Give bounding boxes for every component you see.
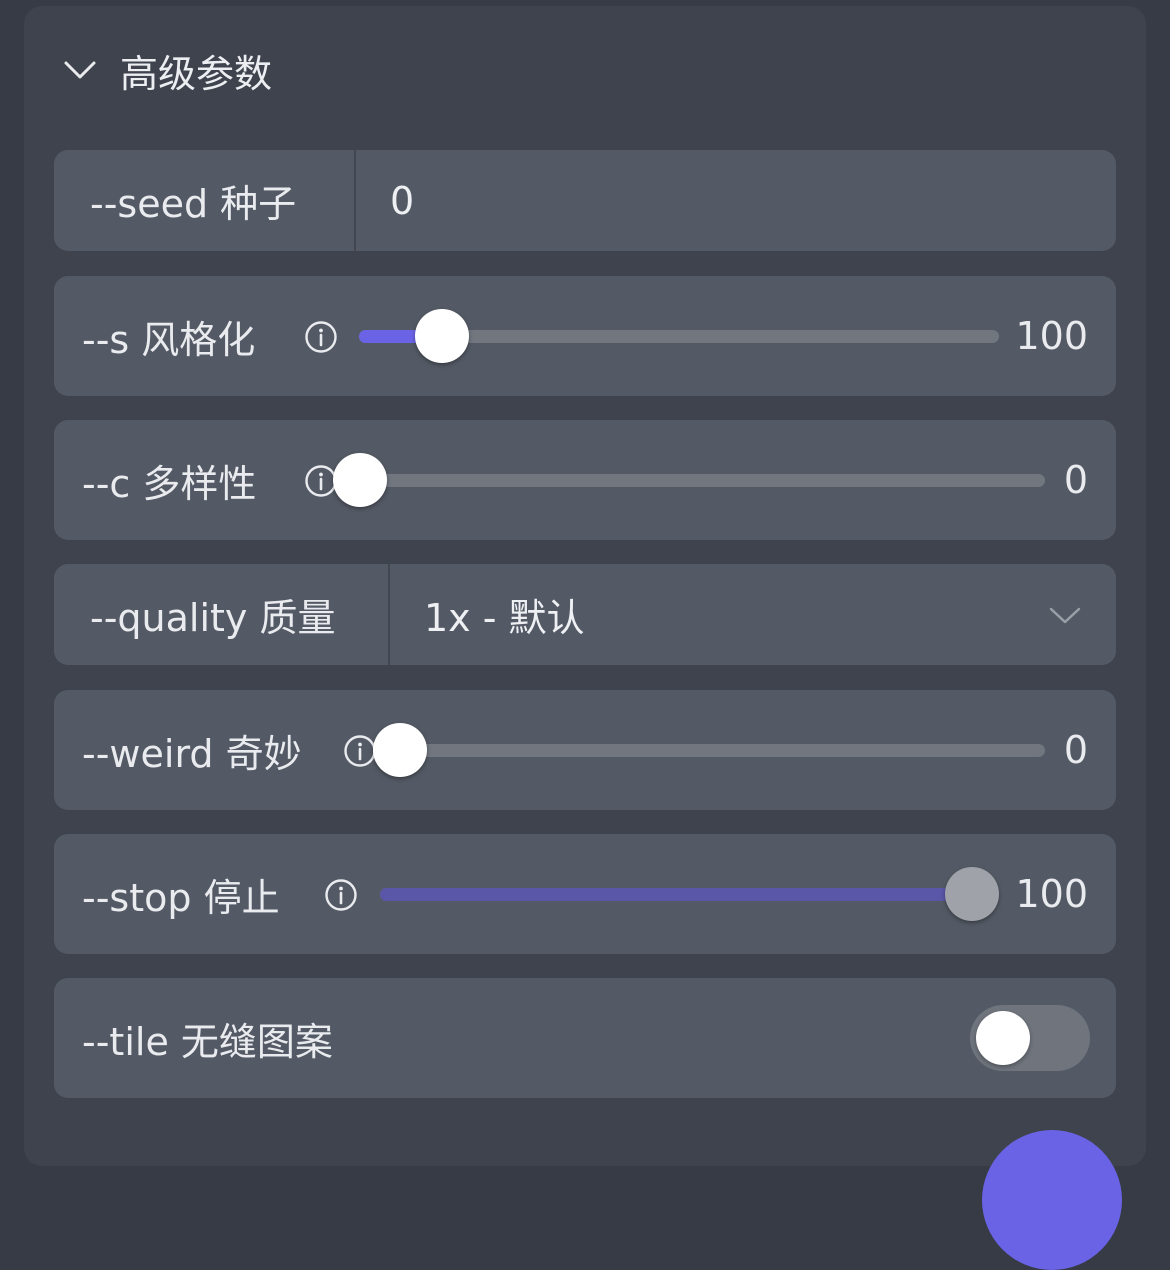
tile-toggle[interactable] [970, 1005, 1090, 1071]
floating-action-button[interactable] [982, 1130, 1122, 1270]
tile-toggle-knob [976, 1011, 1030, 1065]
quality-row: --quality 质量 1x - 默认 [54, 564, 1116, 665]
chevron-down-icon[interactable] [1048, 598, 1082, 632]
weird-row: --weird 奇妙 0 [54, 690, 1116, 810]
stop-value: 100 [1015, 872, 1088, 916]
chaos-slider-thumb[interactable] [333, 453, 387, 507]
section-title: 高级参数 [120, 51, 273, 96]
info-icon[interactable] [304, 320, 338, 354]
seed-input[interactable]: 0 [390, 150, 414, 251]
stop-slider-fill [380, 888, 972, 901]
weird-slider-track[interactable] [373, 723, 1045, 777]
stylize-slider-track[interactable] [359, 309, 999, 363]
tile-label: --tile 无缝图案 [82, 1019, 333, 1064]
advanced-params-header[interactable]: 高级参数 [62, 40, 272, 100]
weird-label: --weird 奇妙 [82, 731, 302, 776]
seed-label: --seed 种子 [54, 150, 356, 251]
seed-row: --seed 种子 0 [54, 150, 1116, 251]
quality-label: --quality 质量 [54, 564, 390, 665]
stylize-label: --s 风格化 [82, 317, 256, 362]
weird-value: 0 [1063, 728, 1088, 772]
stylize-value: 100 [1015, 314, 1088, 358]
stop-slider-thumb[interactable] [945, 867, 999, 921]
chevron-down-icon [64, 61, 96, 79]
chaos-label: --c 多样性 [82, 461, 257, 506]
chaos-slider-track[interactable] [333, 453, 1045, 507]
weird-slider-thumb[interactable] [373, 723, 427, 777]
quality-select[interactable]: 1x - 默认 [424, 564, 1116, 665]
stop-label: --stop 停止 [82, 875, 280, 920]
stop-slider-track[interactable] [380, 867, 999, 921]
tile-row: --tile 无缝图案 [54, 978, 1116, 1098]
info-icon[interactable] [324, 878, 358, 912]
info-icon[interactable] [343, 734, 377, 768]
stylize-slider-thumb[interactable] [415, 309, 470, 363]
chaos-row: --c 多样性 0 [54, 420, 1116, 540]
chaos-value: 0 [1063, 458, 1088, 502]
quality-selected-value: 1x - 默认 [424, 596, 585, 640]
stop-row: --stop 停止 100 [54, 834, 1116, 954]
stylize-row: --s 风格化 100 [54, 276, 1116, 396]
